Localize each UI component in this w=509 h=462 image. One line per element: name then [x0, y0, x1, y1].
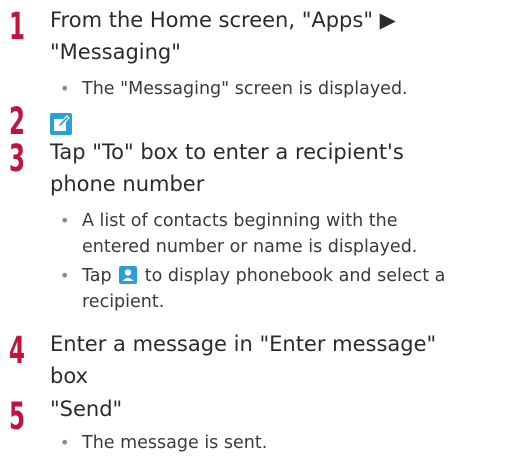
- step-title: "Send": [50, 393, 505, 425]
- bullet: •: [60, 79, 70, 98]
- step-number: 4: [9, 329, 25, 372]
- step-title: Tap "To" box to enter a recipient's phon…: [50, 136, 505, 200]
- step-note: • The "Messaging" screen is displayed.: [60, 76, 505, 102]
- step-note: • The message is sent.: [60, 430, 505, 456]
- note-text: A list of contacts beginning with the: [82, 211, 398, 231]
- bullet: •: [60, 266, 70, 285]
- bullet: •: [60, 433, 70, 452]
- step-title-line: "Send": [50, 397, 123, 421]
- step-number: 5: [9, 395, 25, 438]
- contact-person-icon: [119, 266, 138, 284]
- step-title: From the Home screen, "Apps" ▶ "Messagin…: [50, 4, 505, 68]
- step-number: 3: [9, 137, 25, 180]
- note-text: The "Messaging" screen is displayed.: [82, 79, 408, 99]
- note-text: Tap: [82, 266, 112, 286]
- step-title-line: Enter a message in "Enter message": [50, 332, 437, 356]
- compose-message-icon: [50, 113, 72, 135]
- note-text: The message is sent.: [82, 433, 268, 453]
- step-note: • Tap to display phonebook and select a …: [60, 263, 505, 315]
- step-note: • A list of contacts beginning with the …: [60, 208, 505, 260]
- note-text: entered number or name is displayed.: [82, 237, 418, 257]
- note-text: to display phonebook and select a: [144, 266, 446, 286]
- step-number: 1: [9, 5, 25, 48]
- step-title-line: From the Home screen, "Apps" ▶: [50, 8, 396, 32]
- step-title-line: Tap "To" box to enter a recipient's: [50, 140, 404, 164]
- step-title-line: "Messaging": [50, 40, 181, 64]
- bullet: •: [60, 211, 70, 230]
- step-title-line: phone number: [50, 172, 205, 196]
- step-number: 2: [9, 100, 25, 143]
- step-title: Enter a message in "Enter message" box: [50, 328, 505, 392]
- step-title-line: box: [50, 364, 88, 388]
- note-text: recipient.: [82, 292, 165, 312]
